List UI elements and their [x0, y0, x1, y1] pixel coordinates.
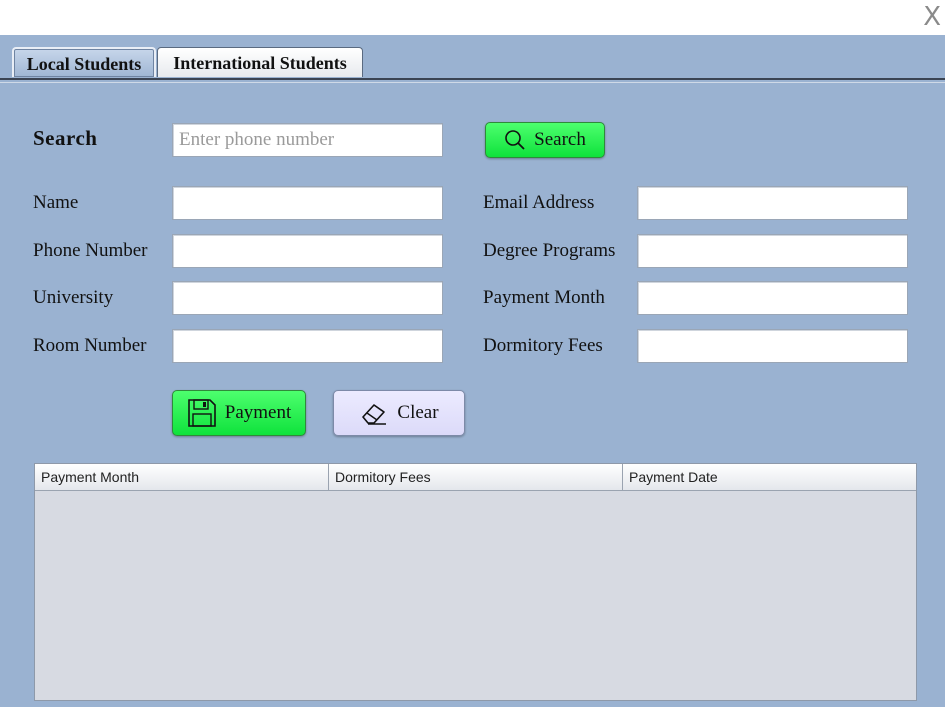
room-number-label: Room Number: [33, 335, 147, 356]
room-number-field[interactable]: [172, 329, 443, 363]
table-header: Payment Month Dormitory Fees Payment Dat…: [35, 464, 916, 491]
column-header-payment-month[interactable]: Payment Month: [35, 464, 329, 490]
university-label: University: [33, 287, 114, 308]
tab-divider-highlight: [0, 82, 945, 83]
phone-number-label: Phone Number: [33, 240, 148, 261]
tab-divider: [0, 78, 945, 80]
search-icon: [505, 130, 525, 150]
payments-table[interactable]: Payment Month Dormitory Fees Payment Dat…: [34, 463, 917, 701]
search-button[interactable]: Search: [485, 122, 605, 158]
email-address-label: Email Address: [483, 192, 595, 213]
payment-month-field[interactable]: [637, 281, 908, 315]
payment-button-label: Payment: [224, 402, 292, 423]
dormitory-fees-label: Dormitory Fees: [483, 335, 603, 356]
tab-international-students[interactable]: International Students: [157, 47, 363, 77]
university-field[interactable]: [172, 281, 443, 315]
payment-month-label: Payment Month: [483, 287, 605, 308]
local-students-panel: Local Students International Students Se…: [0, 35, 945, 707]
tab-local-students[interactable]: Local Students: [12, 47, 156, 77]
degree-programs-label: Degree Programs: [483, 240, 616, 261]
search-input[interactable]: [172, 123, 443, 157]
search-label: Search: [33, 126, 98, 150]
email-address-field[interactable]: [637, 186, 908, 220]
eraser-icon: [362, 404, 387, 425]
name-label: Name: [33, 192, 79, 213]
clear-button[interactable]: Clear: [333, 390, 465, 436]
dormitory-fees-field[interactable]: [637, 329, 908, 363]
search-button-label: Search: [534, 129, 586, 150]
degree-programs-field[interactable]: [637, 234, 908, 268]
save-icon: [187, 399, 216, 427]
phone-number-field[interactable]: [172, 234, 443, 268]
clear-button-label: Clear: [397, 402, 439, 423]
column-header-dormitory-fees[interactable]: Dormitory Fees: [329, 464, 623, 490]
tab-bar: Local Students International Students: [0, 35, 945, 85]
column-header-payment-date[interactable]: Payment Date: [623, 464, 916, 490]
close-icon[interactable]: X: [923, 2, 941, 32]
name-field[interactable]: [172, 186, 443, 220]
payment-button[interactable]: Payment: [172, 390, 306, 436]
